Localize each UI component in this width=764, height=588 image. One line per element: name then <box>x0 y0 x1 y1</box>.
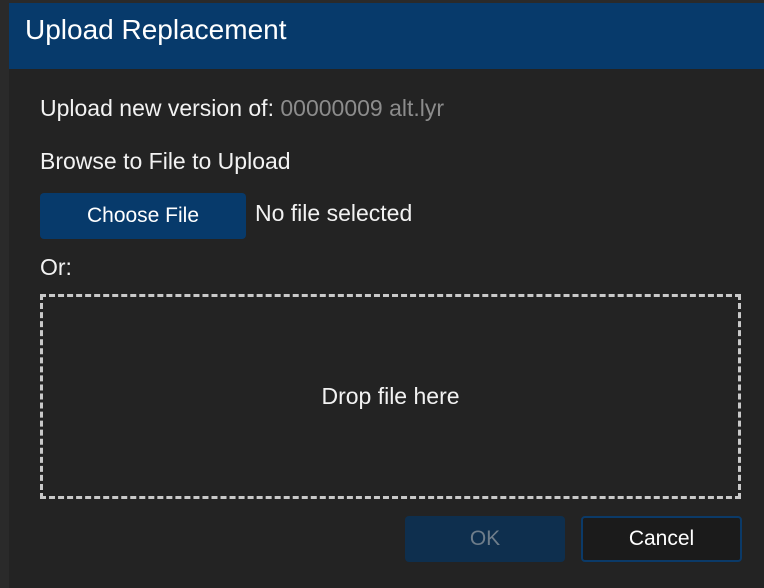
upload-version-label: Upload new version of: <box>40 95 274 121</box>
filename-text: 00000009 alt.lyr <box>280 95 445 121</box>
file-drop-zone[interactable]: Drop file here <box>40 294 741 499</box>
drop-file-text: Drop file here <box>321 383 460 409</box>
dialog-titlebar: Upload Replacement <box>9 3 764 69</box>
browse-label: Browse to File to Upload <box>40 148 291 174</box>
upload-version-line: Upload new version of: 00000009 alt.lyr <box>40 95 444 122</box>
or-label: Or: <box>40 254 72 280</box>
upload-replacement-dialog: Upload Replacement Upload new version of… <box>9 3 764 588</box>
choose-file-button[interactable]: Choose File <box>40 193 246 239</box>
dialog-title: Upload Replacement <box>25 14 287 45</box>
no-file-selected-text: No file selected <box>255 200 413 226</box>
ok-button[interactable]: OK <box>405 516 565 562</box>
cancel-button[interactable]: Cancel <box>581 516 742 562</box>
